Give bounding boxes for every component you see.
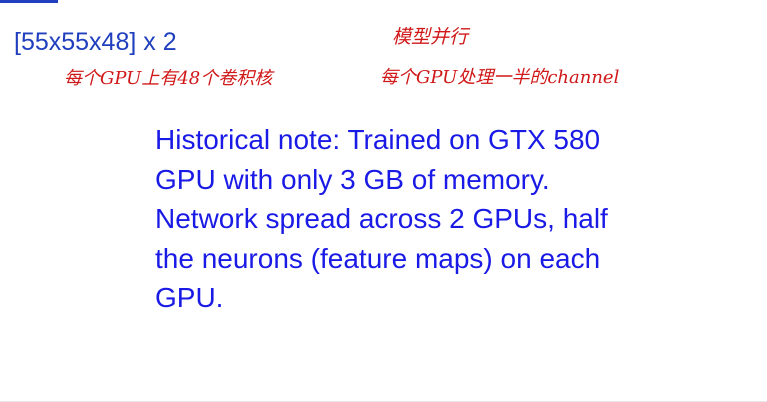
historical-note-line: GPU with only 3 GB of memory. xyxy=(155,163,550,195)
handwritten-annotation-channel-split: 每个GPU处理一半的channel xyxy=(380,67,620,88)
tensor-shape-heading: [55x55x48] x 2 xyxy=(14,28,177,56)
historical-note: Historical note: Trained on GTX 580 GPU … xyxy=(155,120,715,318)
historical-note-line: Network spread across 2 GPUs, half xyxy=(155,203,608,234)
historical-note-line: GPU. xyxy=(155,282,224,313)
handwritten-annotation-model-parallel: 模型并行 xyxy=(392,26,469,48)
historical-note-line: Historical note: Trained on GTX 580 xyxy=(155,124,601,155)
handwritten-annotation-kernels: 每个GPU上有48个卷积核 xyxy=(64,68,273,89)
historical-note-line: the neurons (feature maps) on each xyxy=(155,242,601,274)
top-accent-bar xyxy=(0,0,58,3)
